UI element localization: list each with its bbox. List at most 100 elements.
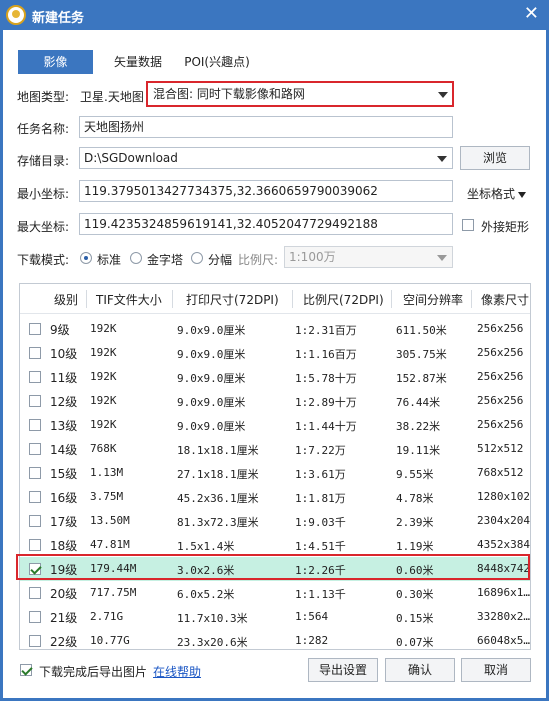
download-mode-label: 下载模式:	[17, 253, 70, 267]
table-row[interactable]: 14级 768K 18.1x18.1厘米 1:7.22万 19.11米 512x512	[20, 437, 530, 461]
cell-level: 13级	[50, 419, 78, 433]
row-checkbox[interactable]	[29, 491, 41, 503]
tab-imagery[interactable]: 影像	[18, 50, 93, 74]
task-name-input[interactable]: 天地图扬州	[79, 116, 453, 138]
cell-tif-size: 192K	[90, 418, 117, 431]
cell-pixel-size: 256x256	[477, 418, 524, 431]
radio-sheet[interactable]	[191, 252, 203, 264]
map-source-label: 卫星.天地图	[80, 90, 144, 104]
cell-tif-size: 192K	[90, 370, 117, 383]
cell-print-size: 81.3x72.3厘米	[177, 516, 259, 529]
coord-format-button[interactable]: 坐标格式	[467, 185, 527, 202]
cell-pixel-size: 1280x1024	[477, 490, 531, 503]
col-level[interactable]: 级别	[54, 291, 78, 308]
close-icon[interactable]: ✕	[524, 4, 539, 24]
online-help-link[interactable]: 在线帮助	[153, 663, 201, 680]
table-row[interactable]: 21级 2.71G 11.7x10.3米 1:564 0.15米 33280x2…	[20, 605, 530, 629]
col-separator	[292, 290, 293, 308]
cell-scale: 1:2.31百万	[295, 324, 357, 337]
tab-vector-data[interactable]: 矢量数据	[103, 50, 173, 74]
cell-tif-size: 717.75M	[90, 586, 137, 599]
table-row[interactable]: 12级 192K 9.0x9.0厘米 1:2.89十万 76.44米 256x256	[20, 389, 530, 413]
cell-resolution: 0.30米	[396, 588, 434, 601]
task-name-label: 任务名称:	[17, 122, 70, 136]
table-row[interactable]: 10级 192K 9.0x9.0厘米 1:1.16百万 305.75米 256x256	[20, 341, 530, 365]
col-separator	[391, 290, 392, 308]
storage-dir-value: D:\SGDownload	[84, 151, 178, 165]
table-row[interactable]: 16级 3.75M 45.2x36.1厘米 1:1.81万 4.78米 1280x1024	[20, 485, 531, 509]
cell-resolution: 2.39米	[396, 516, 434, 529]
confirm-button[interactable]: 确认	[385, 658, 455, 682]
table-row[interactable]: 17级 13.50M 81.3x72.3厘米 1:9.03千 2.39米 2304x204…	[20, 509, 530, 533]
cell-level: 15级	[50, 467, 78, 481]
min-coord-input[interactable]: 119.3795013427734375,32.3660659790039062	[79, 180, 453, 202]
col-separator	[86, 290, 87, 308]
row-checkbox[interactable]	[29, 347, 41, 359]
cell-print-size: 9.0x9.0厘米	[177, 396, 246, 409]
cell-tif-size: 1.13M	[90, 466, 124, 479]
tab-poi[interactable]: POI(兴趣点)	[181, 50, 253, 74]
col-pixel-size[interactable]: 像素尺寸	[481, 291, 529, 308]
chevron-down-icon	[437, 255, 447, 261]
col-resolution[interactable]: 空间分辨率	[403, 291, 463, 308]
scale-select[interactable]: 1:100万	[284, 246, 453, 268]
cancel-button[interactable]: 取消	[461, 658, 531, 682]
cell-scale: 1:7.22万	[295, 444, 346, 457]
row-checkbox[interactable]	[29, 467, 41, 479]
cell-print-size: 6.0x5.2米	[177, 588, 235, 601]
row-checkbox[interactable]	[29, 395, 41, 407]
table-row[interactable]: 11级 192K 9.0x9.0厘米 1:5.78十万 152.87米 256x256	[20, 365, 530, 389]
row-checkbox[interactable]	[29, 443, 41, 455]
cell-scale: 1:1.44十万	[295, 420, 357, 433]
title-bar: 新建任务 ✕	[0, 0, 549, 30]
caret-down-icon	[518, 191, 527, 198]
cell-tif-size: 3.75M	[90, 490, 124, 503]
export-settings-button[interactable]: 导出设置	[308, 658, 378, 682]
row-checkbox[interactable]	[29, 371, 41, 383]
cell-scale: 1:4.51千	[295, 540, 346, 553]
col-print-size[interactable]: 打印尺寸(72DPI)	[186, 291, 279, 308]
cell-print-size: 23.3x20.6米	[177, 636, 248, 649]
export-after-download-label: 下载完成后导出图片	[39, 665, 148, 679]
cell-pixel-size: 4352x3840	[477, 538, 531, 551]
table-row[interactable]: 9级 192K 9.0x9.0厘米 1:2.31百万 611.50米 256x256	[20, 317, 530, 341]
row-checkbox[interactable]	[29, 515, 41, 527]
scale-value: 1:100万	[289, 250, 336, 264]
table-row[interactable]: 13级 192K 9.0x9.0厘米 1:1.44十万 38.22米 256x256	[20, 413, 530, 437]
col-tif-size[interactable]: TIF文件大小	[96, 291, 162, 308]
row-checkbox[interactable]	[29, 419, 41, 431]
row-checkbox[interactable]	[29, 635, 41, 647]
cell-scale: 1:5.78十万	[295, 372, 357, 385]
radio-sheet-label: 分幅	[208, 253, 233, 267]
scale-label: 比例尺:	[238, 253, 279, 267]
row-checkbox[interactable]	[29, 611, 41, 623]
storage-dir-select[interactable]: D:\SGDownload	[79, 147, 453, 169]
highlight-map-type	[146, 81, 454, 107]
cell-resolution: 0.15米	[396, 612, 434, 625]
row-checkbox[interactable]	[29, 539, 41, 551]
cell-resolution: 1.19米	[396, 540, 434, 553]
level-table: 级别 TIF文件大小 打印尺寸(72DPI) 比例尺(72DPI) 空间分辨率 …	[19, 283, 531, 650]
browse-button[interactable]: 浏览	[460, 146, 530, 170]
table-row[interactable]: 20级 717.75M 6.0x5.2米 1:1.13千 0.30米 16896x1…	[20, 581, 530, 605]
cell-pixel-size: 512x512	[477, 442, 524, 455]
cell-scale: 1:1.13千	[295, 588, 346, 601]
col-scale[interactable]: 比例尺(72DPI)	[303, 291, 384, 308]
table-row[interactable]: 15级 1.13M 27.1x18.1厘米 1:3.61万 9.55米 768x512	[20, 461, 530, 485]
col-separator	[471, 290, 472, 308]
table-row[interactable]: 22级 10.77G 23.3x20.6米 1:282 0.07米 66048x5…	[20, 629, 530, 649]
cell-resolution: 19.11米	[396, 444, 441, 457]
export-after-download-checkbox[interactable]	[20, 664, 32, 676]
cell-print-size: 45.2x36.1厘米	[177, 492, 259, 505]
radio-pyramid[interactable]	[130, 252, 142, 264]
cell-level: 17级	[50, 515, 78, 529]
cell-resolution: 305.75米	[396, 348, 447, 361]
cell-tif-size: 10.77G	[90, 634, 130, 647]
row-checkbox[interactable]	[29, 323, 41, 335]
cell-level: 10级	[50, 347, 78, 361]
max-coord-input[interactable]: 119.4235324859619141,32.4052047729492188	[79, 213, 453, 235]
row-checkbox[interactable]	[29, 587, 41, 599]
radio-standard[interactable]	[80, 252, 92, 264]
radio-standard-label: 标准	[97, 253, 122, 267]
bounding-rect-checkbox[interactable]	[462, 219, 474, 231]
